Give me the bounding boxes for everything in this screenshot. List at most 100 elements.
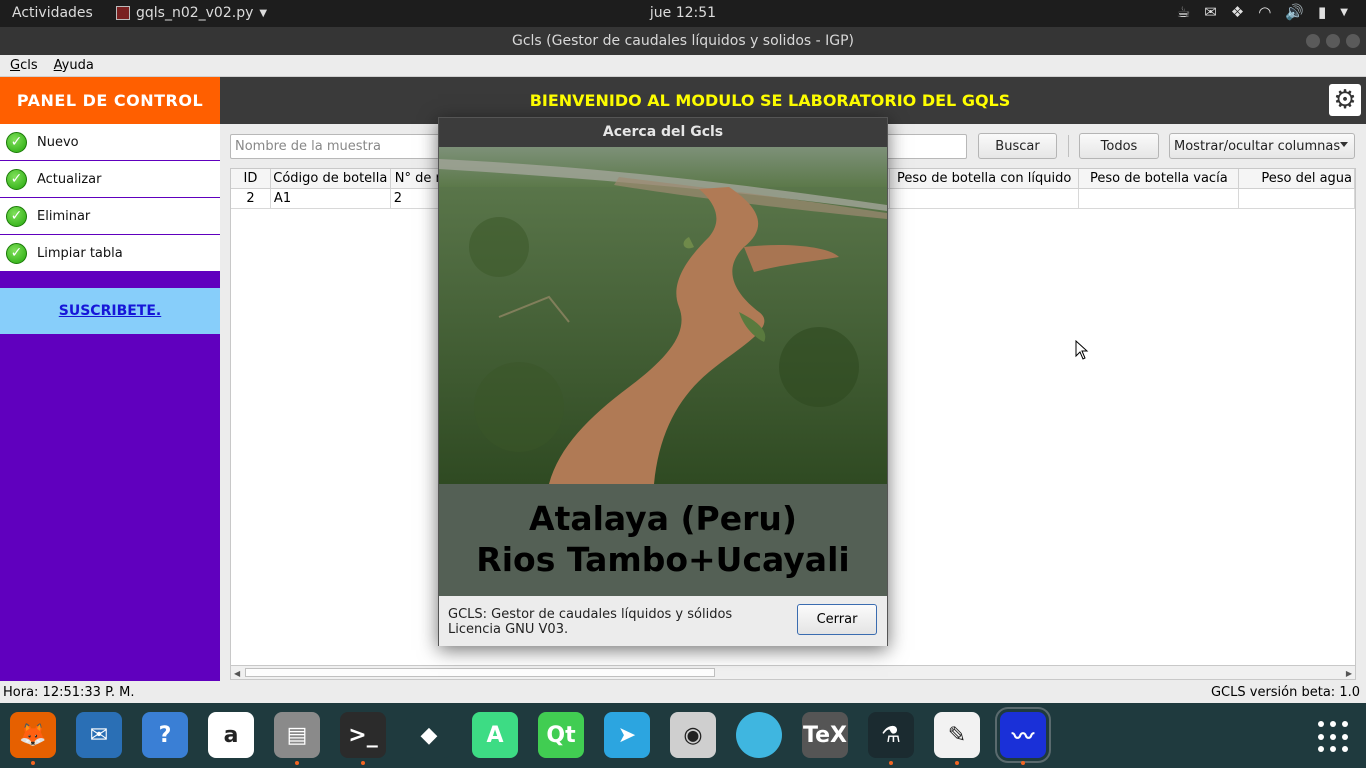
river-photo [439, 147, 887, 484]
gitkraken-icon[interactable]: ⚗ [868, 712, 914, 765]
eliminar-button[interactable]: ✓ Eliminar [0, 198, 220, 235]
caption-line1: Atalaya (Peru) [529, 499, 797, 538]
app-menu-icon [116, 6, 130, 20]
status-bar: Hora: 12:51:33 P. M. GCLS versión beta: … [0, 681, 1366, 703]
scrollbar-thumb[interactable] [245, 668, 715, 677]
firefox-icon[interactable]: 🦊 [10, 712, 56, 765]
android-studio-icon[interactable]: A [472, 712, 518, 758]
scroll-right-icon[interactable]: ▶ [1346, 669, 1352, 678]
window-title-bar: Gcls (Gestor de caudales líquidos y soli… [0, 27, 1366, 55]
window-title: Gcls (Gestor de caudales líquidos y soli… [511, 33, 855, 49]
chevron-down-icon: ▼ [259, 7, 268, 19]
column-header[interactable]: Código de botella [270, 169, 391, 189]
terminal-icon[interactable]: >_ [340, 712, 386, 765]
column-header[interactable]: N° de m [390, 169, 439, 189]
gcls-app-icon[interactable]: 〰 [995, 707, 1051, 765]
show-applications-icon[interactable] [1318, 721, 1350, 753]
river-aerial-image [439, 147, 887, 484]
wifi-icon[interactable]: ◠ [1258, 3, 1271, 21]
eliminar-label: Eliminar [37, 208, 91, 224]
table-cell: 2 [231, 189, 271, 209]
close-window-button[interactable] [1346, 34, 1360, 48]
unity-icon[interactable]: ◆ [406, 712, 452, 758]
horizontal-scrollbar[interactable]: ◀ ▶ [230, 665, 1356, 680]
coffee-icon[interactable]: ☕ [1177, 3, 1190, 21]
running-indicator [1021, 761, 1025, 765]
table-cell: 2 [390, 189, 439, 209]
buscar-button[interactable]: Buscar [978, 133, 1057, 159]
minimize-button[interactable] [1306, 34, 1320, 48]
settings-button[interactable]: ⚙ [1329, 84, 1361, 116]
info-text-line1: GCLS: Gestor de caudales líquidos y sóli… [448, 607, 733, 622]
check-icon: ✓ [6, 242, 27, 264]
activities-button[interactable]: Actividades [12, 5, 93, 21]
table-cell [1239, 189, 1355, 209]
volume-icon[interactable]: 🔊 [1285, 3, 1304, 21]
dock: 🦊 ✉? a ▤ >_ ◆ A Qt ➤ ◉ TeX ⚗ ✎ 〰 [0, 703, 1366, 768]
limpiar-tabla-label: Limpiar tabla [37, 245, 123, 261]
menu-ayuda[interactable]: Ayuda [54, 58, 94, 73]
table-cell [889, 189, 1080, 209]
running-indicator [955, 761, 959, 765]
photo-caption: Atalaya (Peru) Rios Tambo+Ucayali [439, 484, 887, 596]
gear-icon: ⚙ [1333, 85, 1357, 115]
running-indicator [31, 761, 35, 765]
thunderbird-icon[interactable]: ✉ [76, 712, 122, 758]
running-indicator [295, 761, 299, 765]
about-dialog: Acerca del Gcls Atalaya (Peru) Rios Tamb… [438, 117, 888, 646]
app-menu[interactable]: gqls_n02_v02.py ▼ [116, 5, 267, 21]
info-text-line2: Licencia GNU V03. [448, 622, 569, 637]
maximize-button[interactable] [1326, 34, 1340, 48]
scroll-left-icon[interactable]: ◀ [234, 669, 240, 678]
toolbar-separator [1068, 135, 1069, 157]
limpiar-tabla-button[interactable]: ✓ Limpiar tabla [0, 235, 220, 272]
check-icon: ✓ [6, 131, 27, 153]
clock[interactable]: jue 12:51 [650, 5, 716, 21]
subscribe-link[interactable]: SUSCRIBETE. [59, 303, 161, 319]
nuevo-button[interactable]: ✓ Nuevo [0, 124, 220, 161]
mail-notifier-icon[interactable]: ✉ [1204, 3, 1217, 21]
running-indicator [361, 761, 365, 765]
column-header[interactable]: Peso de botella con líquido [889, 169, 1080, 189]
pdf-editor-icon[interactable]: ✎ [934, 712, 980, 765]
dialog-title: Acerca del Gcls [439, 118, 887, 147]
status-version: GCLS versión beta: 1.0 [1210, 685, 1360, 700]
system-top-bar: Actividades gqls_n02_v02.py ▼ jue 12:51 … [0, 0, 1366, 27]
chevron-down-icon[interactable]: ▼ [1340, 7, 1348, 18]
control-panel: PANEL DE CONTROL ✓ Nuevo ✓ Actualizar ✓ … [0, 77, 220, 681]
column-header[interactable]: Peso de botella vacía [1079, 169, 1240, 189]
menu-bar: Gcls Ayuda [0, 55, 1366, 77]
columns-dropdown[interactable]: Mostrar/ocultar columnas [1169, 133, 1355, 159]
todos-button[interactable]: Todos [1079, 133, 1159, 159]
caption-line2: Rios Tambo+Ucayali [476, 540, 850, 579]
welcome-title: BIENVENIDO AL MODULO SE LABORATORIO DEL … [529, 91, 1011, 110]
nuevo-label: Nuevo [37, 134, 79, 150]
table-cell: A1 [270, 189, 391, 209]
system-tray[interactable]: ☕ ✉ ❖ ◠ 🔊 ▮ ▼ [1177, 3, 1348, 21]
actualizar-label: Actualizar [37, 171, 102, 187]
column-header[interactable]: ID [231, 169, 271, 189]
actualizar-button[interactable]: ✓ Actualizar [0, 161, 220, 198]
cerrar-button[interactable]: Cerrar [797, 604, 877, 635]
chevron-down-icon [1340, 142, 1348, 147]
dialog-footer: GCLS: Gestor de caudales líquidos y sóli… [439, 596, 887, 646]
amazon-icon[interactable]: a [208, 712, 254, 758]
subscribe-box: SUSCRIBETE. [0, 288, 220, 334]
check-icon: ✓ [6, 205, 27, 227]
camera-icon[interactable]: ◉ [670, 712, 716, 758]
check-icon: ✓ [6, 168, 27, 190]
files-icon[interactable]: ▤ [274, 712, 320, 765]
columns-dropdown-label: Mostrar/ocultar columnas [1174, 138, 1341, 154]
status-time: Hora: 12:51:33 P. M. [3, 685, 135, 700]
circle-app-icon[interactable] [736, 712, 782, 758]
column-header[interactable]: Peso del agua [1239, 169, 1355, 189]
qt-creator-icon[interactable]: Qt [538, 712, 584, 758]
telegram-icon[interactable]: ➤ [604, 712, 650, 758]
texmaker-icon[interactable]: TeX [802, 712, 848, 758]
help-icon[interactable]: ? [142, 712, 188, 758]
running-indicator [889, 761, 893, 765]
dropbox-icon[interactable]: ❖ [1231, 3, 1244, 21]
battery-icon[interactable]: ▮ [1318, 3, 1326, 21]
table-cell [1079, 189, 1240, 209]
menu-gcls[interactable]: Gcls [10, 58, 38, 73]
